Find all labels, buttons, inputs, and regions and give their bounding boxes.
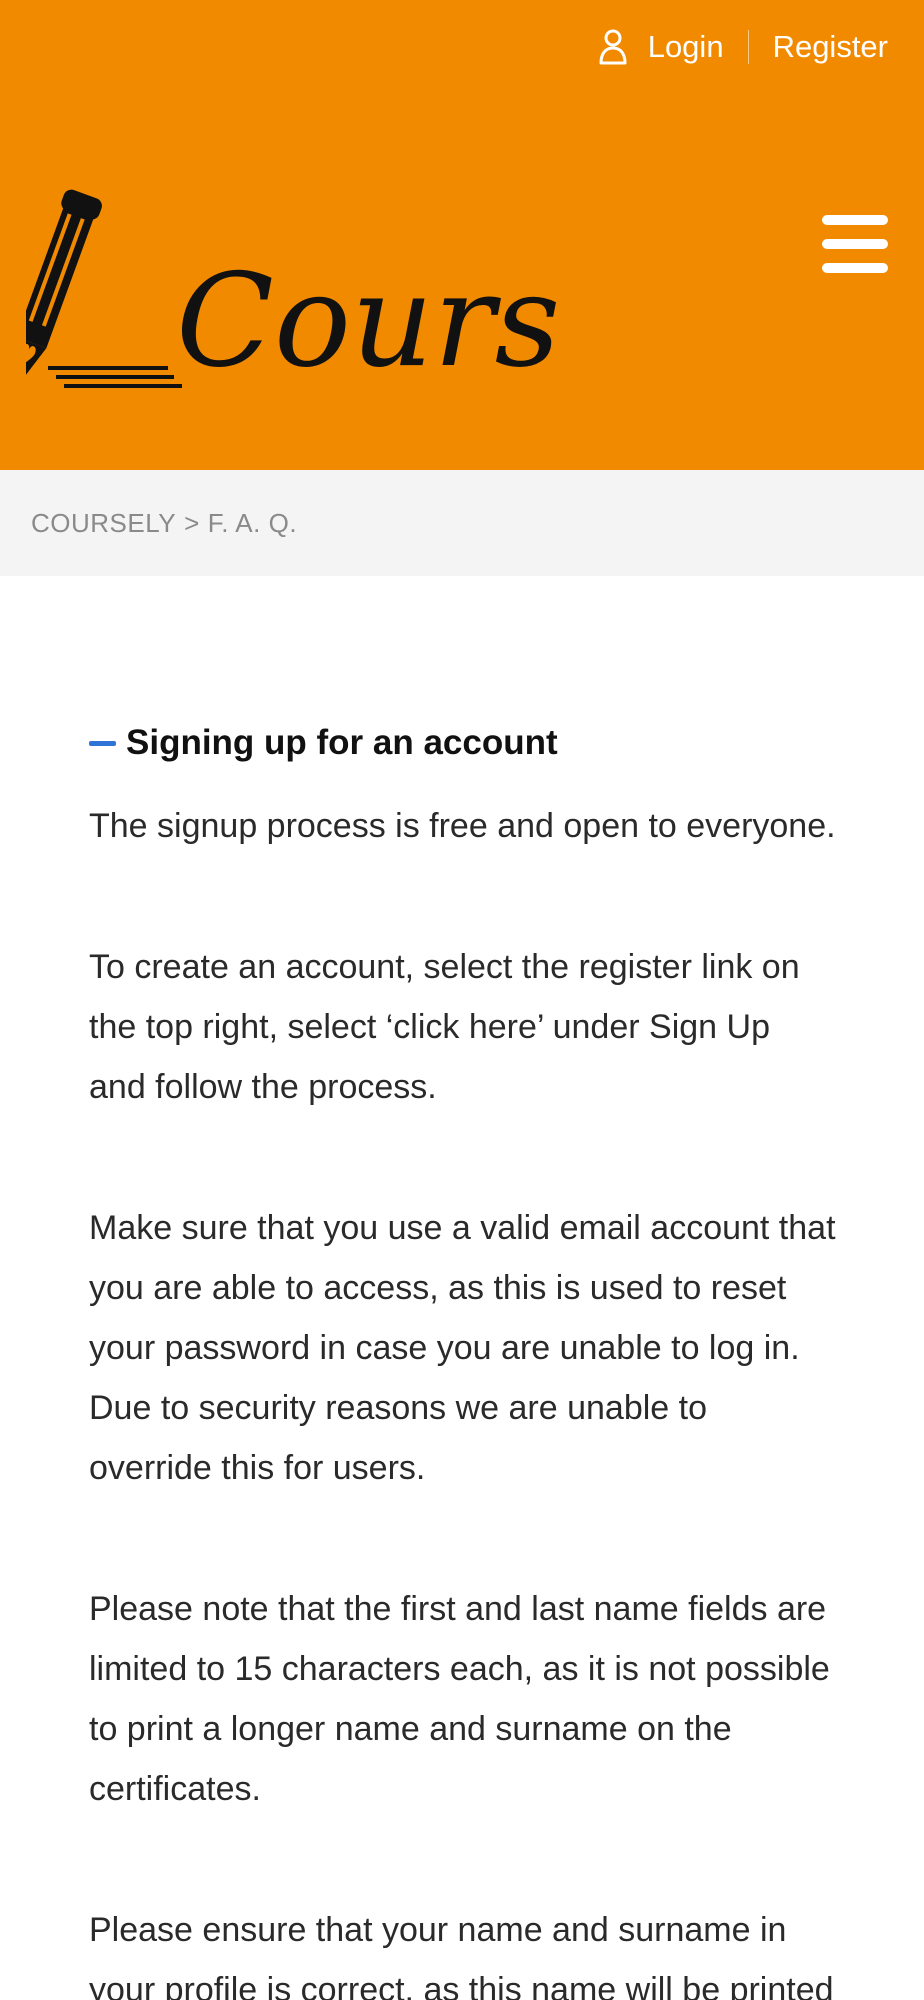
site-header: Login Register Coursely	[0, 0, 924, 470]
faq-paragraph: To create an account, select the registe…	[89, 948, 800, 1106]
breadcrumb-home[interactable]: COURSELY	[31, 508, 176, 539]
register-label: Register	[772, 29, 888, 64]
faq-content: Signing up for an account The signup pro…	[0, 576, 924, 2000]
brand-wordmark: Coursely	[176, 247, 556, 396]
breadcrumb-separator: >	[184, 507, 200, 538]
faq-answer: The signup process is free and open to e…	[89, 796, 836, 2000]
menu-bar-top	[822, 215, 888, 225]
breadcrumb-current: F. A. Q.	[207, 507, 298, 538]
menu-bar-middle	[822, 239, 888, 249]
breadcrumb: COURSELY > F. A. Q.	[0, 470, 924, 576]
faq-paragraph: The signup process is free and open to e…	[89, 807, 836, 845]
collapse-icon	[89, 740, 116, 746]
faq-paragraph: Please note that the first and last name…	[89, 1590, 830, 1808]
pencil-icon	[26, 189, 182, 391]
login-label: Login	[647, 29, 724, 64]
faq-paragraph: Please ensure that your name and surname…	[89, 1911, 834, 2000]
user-icon	[599, 29, 627, 65]
auth-divider	[747, 30, 749, 64]
menu-bar-bottom	[822, 263, 888, 273]
coursely-logo[interactable]: Coursely	[26, 170, 556, 410]
faq-section-title: Signing up for an account	[126, 723, 558, 762]
login-link[interactable]: Login	[598, 28, 724, 66]
menu-button[interactable]	[822, 212, 888, 276]
auth-links: Login Register	[598, 28, 888, 66]
faq-paragraph: Make sure that you use a valid email acc…	[89, 1209, 836, 1487]
faq-section-toggle[interactable]: Signing up for an account	[89, 718, 836, 768]
register-link[interactable]: Register	[773, 29, 888, 65]
